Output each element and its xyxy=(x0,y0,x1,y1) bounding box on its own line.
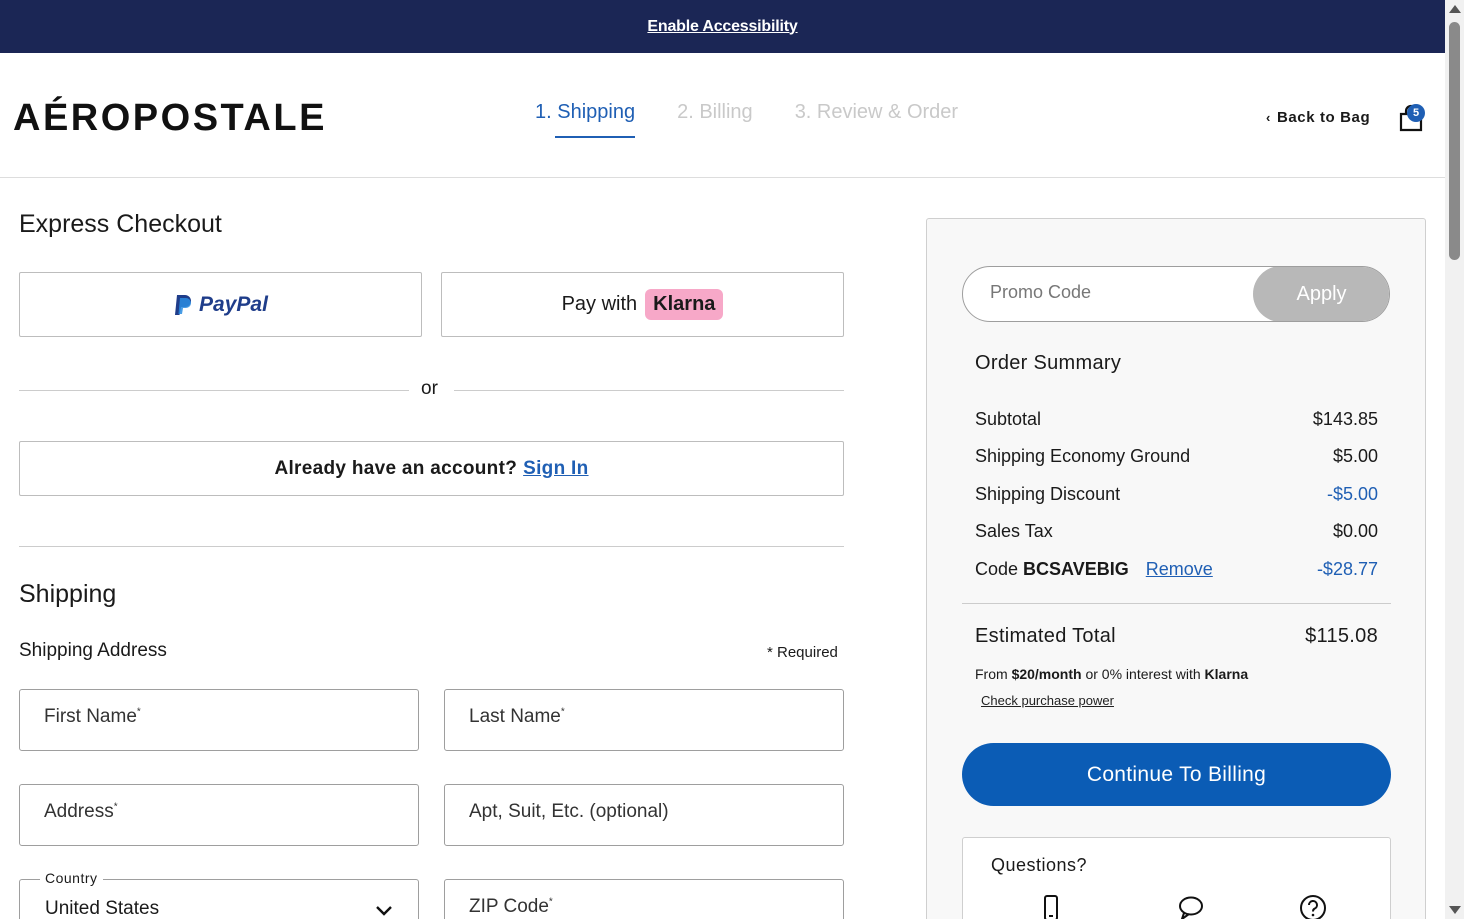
klarna-note-amount: $20/month xyxy=(1011,666,1082,682)
back-to-bag-label: Back to Bag xyxy=(1276,109,1371,126)
shipping-discount-label: Shipping Discount xyxy=(975,484,1121,504)
shipping-method-label: Shipping Economy Ground xyxy=(975,446,1191,466)
code-prefix: Code xyxy=(975,559,1019,579)
last-name-label: Last Name xyxy=(469,706,561,727)
sign-in-prompt: Already have an account? Sign In xyxy=(19,441,844,496)
first-name-field[interactable]: First Name* xyxy=(19,689,419,751)
required-note: * Required xyxy=(767,644,838,661)
scroll-up-icon[interactable] xyxy=(1449,5,1461,13)
required-mark: * xyxy=(548,896,553,908)
or-divider-left xyxy=(19,390,409,391)
promo-discount-value: -$28.77 xyxy=(1316,559,1378,579)
klarna-note-middle: or 0% interest with xyxy=(1085,666,1201,682)
page-scrollbar[interactable] xyxy=(1445,0,1464,919)
phone-icon[interactable] xyxy=(1037,894,1065,919)
klarna-button[interactable]: Pay with Klarna xyxy=(441,272,844,337)
section-divider xyxy=(19,546,844,547)
required-mark: * xyxy=(113,801,118,813)
questions-title: Questions? xyxy=(991,855,1088,875)
shipping-discount-value: -$5.00 xyxy=(1326,484,1378,504)
required-mark: * xyxy=(560,706,565,718)
required-mark: * xyxy=(136,706,141,718)
sales-tax-value: $0.00 xyxy=(1332,521,1378,541)
country-select[interactable]: Country United States xyxy=(19,870,419,919)
address-label: Address xyxy=(44,801,114,822)
enable-accessibility-link[interactable]: Enable Accessibility xyxy=(647,18,797,36)
paypal-icon xyxy=(175,294,192,315)
klarna-note-from: From xyxy=(975,666,1008,682)
paypal-label: PayPal xyxy=(199,292,268,316)
remove-code-link[interactable]: Remove xyxy=(1146,559,1213,579)
sales-tax-label: Sales Tax xyxy=(975,521,1053,541)
apt-field[interactable]: Apt, Suit, Etc. (optional) xyxy=(444,784,844,846)
first-name-label: First Name xyxy=(44,706,137,727)
promo-code-input[interactable] xyxy=(990,282,1250,303)
klarna-content: Pay with Klarna xyxy=(562,289,724,320)
step-shipping[interactable]: 1. Shipping xyxy=(535,101,636,138)
zip-code-field[interactable]: ZIP Code* xyxy=(444,879,844,919)
address-field[interactable]: Address* xyxy=(19,784,419,846)
shipping-address-label: Shipping Address xyxy=(19,640,167,661)
order-summary-title: Order Summary xyxy=(975,352,1122,374)
klarna-note-brand: Klarna xyxy=(1204,666,1249,682)
subtotal-value: $143.85 xyxy=(1312,409,1378,429)
checkout-steps: 1. Shipping 2. Billing 3. Review & Order xyxy=(535,101,959,138)
chevron-left-icon: ‹ xyxy=(1266,110,1271,125)
chevron-down-icon xyxy=(376,906,392,916)
country-label: Country xyxy=(40,870,103,886)
sales-tax-row: Sales Tax $0.00 xyxy=(975,521,1378,542)
scroll-down-icon[interactable] xyxy=(1449,906,1461,914)
address-placeholder: Address* xyxy=(44,801,118,823)
brand-logo[interactable]: AÉROPOSTALE xyxy=(13,97,327,140)
estimated-total-label: Estimated Total xyxy=(975,625,1116,647)
scroll-thumb[interactable] xyxy=(1449,22,1460,260)
bag-count-badge: 5 xyxy=(1407,104,1425,122)
promo-code-label: Code BCSAVEBIG Remove xyxy=(975,559,1213,580)
sign-in-link[interactable]: Sign In xyxy=(523,458,588,480)
last-name-placeholder: Last Name* xyxy=(469,706,565,728)
promo-code-row: Code BCSAVEBIG Remove -$28.77 xyxy=(975,559,1378,580)
order-summary-panel: Apply Order Summary Subtotal $143.85 Shi… xyxy=(926,218,1426,919)
continue-to-billing-button[interactable]: Continue To Billing xyxy=(962,743,1391,806)
subtotal-row: Subtotal $143.85 xyxy=(975,409,1378,430)
shipping-cost-value: $5.00 xyxy=(1332,446,1378,466)
express-checkout-title: Express Checkout xyxy=(19,210,222,238)
or-separator: or xyxy=(421,378,438,399)
summary-divider xyxy=(962,603,1391,604)
chat-icon[interactable] xyxy=(1177,894,1205,919)
promo-code-group: Apply xyxy=(962,266,1390,322)
estimated-total-value: $115.08 xyxy=(1305,625,1378,647)
last-name-field[interactable]: Last Name* xyxy=(444,689,844,751)
back-to-bag-link[interactable]: ‹ Back to Bag xyxy=(1266,109,1370,126)
checkout-header: AÉROPOSTALE 1. Shipping 2. Billing 3. Re… xyxy=(0,53,1445,178)
step-review-order: 3. Review & Order xyxy=(794,101,959,123)
klarna-badge: Klarna xyxy=(645,289,724,320)
shipping-row: Shipping Economy Ground $5.00 xyxy=(975,446,1378,467)
klarna-financing-note: From $20/month or 0% interest with Klarn… xyxy=(975,666,1248,682)
klarna-prefix: Pay with xyxy=(561,293,638,315)
first-name-placeholder: First Name* xyxy=(44,706,141,728)
or-divider-right xyxy=(454,390,844,391)
zip-code-placeholder: ZIP Code* xyxy=(469,896,553,918)
account-question: Already have an account? xyxy=(274,457,518,479)
questions-box: Questions? xyxy=(962,837,1391,919)
apt-placeholder: Apt, Suit, Etc. (optional) xyxy=(469,801,669,822)
apply-promo-button[interactable]: Apply xyxy=(1253,267,1389,321)
paypal-logo: PayPal xyxy=(173,293,268,317)
help-icon[interactable] xyxy=(1299,894,1327,919)
shipping-discount-row: Shipping Discount -$5.00 xyxy=(975,484,1378,505)
step-billing: 2. Billing xyxy=(677,101,753,123)
applied-code: BCSAVEBIG xyxy=(1023,559,1129,579)
shipping-title: Shipping xyxy=(19,580,117,608)
subtotal-label: Subtotal xyxy=(975,409,1042,429)
paypal-button[interactable]: PayPal xyxy=(19,272,422,337)
zip-code-label: ZIP Code xyxy=(469,896,549,917)
accessibility-banner: Enable Accessibility xyxy=(0,0,1445,53)
check-purchase-power-link[interactable]: Check purchase power xyxy=(981,693,1114,708)
estimated-total-row: Estimated Total $115.08 xyxy=(975,625,1378,648)
country-value: United States xyxy=(45,898,160,919)
